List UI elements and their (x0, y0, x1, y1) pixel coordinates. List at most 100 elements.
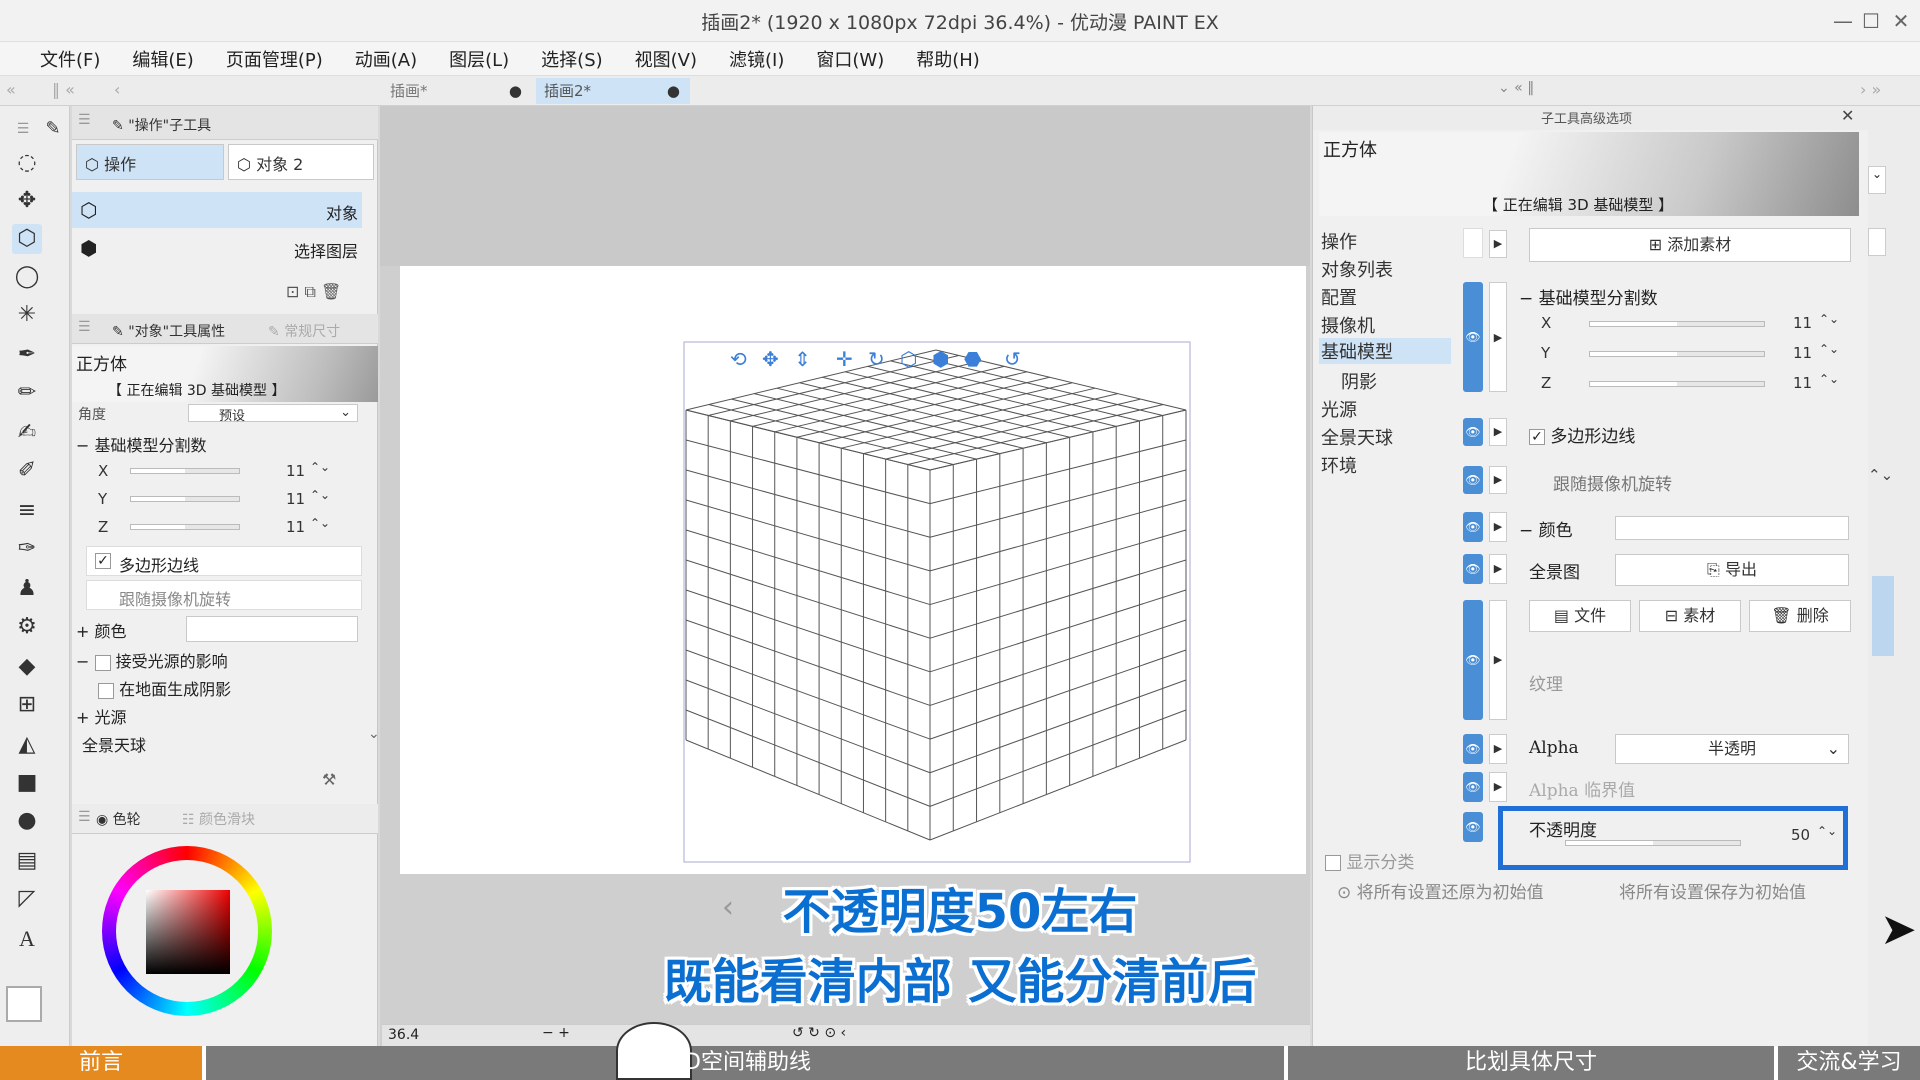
wrench-icon[interactable]: ⚒ (322, 770, 336, 789)
x-slider[interactable] (130, 468, 240, 474)
menu-icon[interactable]: ☰ (78, 319, 91, 335)
lasso-icon[interactable]: ◯ (12, 262, 42, 292)
category-panorama[interactable]: 全景天球 (1321, 424, 1393, 450)
expand-arrow-icon[interactable]: ▶ (1489, 600, 1507, 720)
saturation-square[interactable] (146, 890, 230, 974)
frame-icon[interactable]: ▤ (12, 846, 42, 876)
menu-icon[interactable]: ☰ (8, 114, 38, 144)
ground-shadow-row[interactable]: 在地面生成阴影 (98, 676, 231, 700)
color-field[interactable] (186, 616, 358, 642)
side-field[interactable] (1868, 228, 1886, 256)
maximize-button[interactable]: ☐ (1854, 6, 1888, 36)
y-slider[interactable] (130, 496, 240, 502)
eye-icon[interactable]: 👁 (1463, 554, 1483, 584)
expand-arrow-icon[interactable]: ▶ (1489, 512, 1507, 542)
airbrush-icon[interactable]: ✐ (12, 456, 42, 486)
add-material-button[interactable]: ⊞ 添加素材 (1529, 228, 1851, 262)
menu-animation[interactable]: 动画(A) (339, 46, 433, 72)
fill-icon[interactable]: ◭ (12, 730, 42, 760)
eye-icon[interactable]: 👁 (1463, 282, 1483, 392)
z-value[interactable]: 11 (286, 518, 305, 536)
y-value[interactable]: 11 (286, 490, 305, 508)
eye-icon[interactable]: 👁 (1463, 600, 1483, 720)
z-slider[interactable] (1589, 381, 1765, 387)
size-tab[interactable]: ✎ 常规尺寸 (268, 321, 340, 341)
zoom-icon[interactable]: ◌ (12, 148, 42, 178)
category-object-list[interactable]: 对象列表 (1321, 256, 1393, 282)
eye-icon[interactable]: 👁 (1463, 772, 1483, 802)
x-value[interactable]: 11 (286, 462, 305, 480)
spinner-icon[interactable]: ⌃⌄ (1819, 342, 1839, 356)
eye-icon[interactable]: 👁 (1463, 418, 1483, 446)
angle-select[interactable]: 预设 ⌄ (188, 404, 358, 424)
pencil-icon[interactable]: ✏ (12, 378, 42, 408)
eye-icon[interactable]: 👁 (1463, 466, 1483, 494)
tab-illustration1[interactable]: 插画* ● (382, 78, 532, 104)
spinner-icon[interactable]: ⌃⌄ (310, 516, 330, 530)
subtool-item-select-layer[interactable]: ⬢ 选择图层 (72, 230, 362, 266)
category-base-model[interactable]: 基础模型 (1319, 338, 1451, 364)
menu-filter[interactable]: 滤镜(I) (713, 46, 800, 72)
category-camera[interactable]: 摄像机 (1321, 312, 1375, 338)
decoration-icon[interactable]: ≡ (12, 496, 42, 526)
alpha-select[interactable]: 半透明 ⌄ (1615, 734, 1849, 764)
tool-property-tab[interactable]: ✎ "对象"工具属性 (112, 321, 225, 341)
subtool-item-object[interactable]: ⬡ 对象 (72, 192, 362, 228)
polygon-edge-checkbox[interactable]: ✓ (95, 553, 111, 569)
color-slider-tab[interactable]: ☷ 颜色滑块 (182, 809, 255, 829)
pen-icon[interactable]: ✒ (12, 340, 42, 370)
adv-polygon-edge-row[interactable]: ✓ 多边形边线 (1529, 422, 1635, 447)
blob-icon[interactable]: ● (12, 806, 42, 836)
material-button[interactable]: ⊟ 素材 (1639, 600, 1741, 632)
menu-layer[interactable]: 图层(L) (433, 46, 525, 72)
chevron-left-icon[interactable]: ‹ (114, 80, 120, 99)
show-category-checkbox[interactable] (1325, 855, 1341, 871)
follow-camera-row[interactable]: 跟随摄像机旋转 (86, 580, 362, 610)
polygon-edge-row[interactable]: ✓ 多边形边线 (86, 546, 362, 576)
menu-help[interactable]: 帮助(H) (900, 46, 996, 72)
delete-button[interactable]: 🗑 删除 (1749, 600, 1851, 632)
zoom-value[interactable]: 36.4 (388, 1027, 419, 1043)
division-group[interactable]: − 基础模型分割数 (1519, 284, 1658, 309)
zoom-controls[interactable]: − + (542, 1025, 570, 1041)
ruler-icon[interactable]: ◸ (12, 884, 42, 914)
trash-icon[interactable]: 🗑 (321, 282, 341, 301)
eye-icon[interactable]: 👁 (1463, 812, 1483, 842)
eye-icon[interactable]: 👁 (1463, 734, 1483, 764)
import-icon[interactable]: ⊡ (286, 282, 299, 301)
operate-button[interactable]: ⬡ 操作 (76, 144, 224, 180)
side-scroll-thumb[interactable] (1872, 576, 1894, 656)
brush-tool-icon[interactable]: ✍ (12, 418, 42, 448)
chapter-measure-size[interactable]: 比划具体尺寸 (1288, 1046, 1774, 1080)
expand-arrow-icon[interactable]: ▶ (1489, 282, 1507, 392)
panorama-row[interactable]: 全景天球 (82, 732, 146, 756)
spinner-icon[interactable]: ⌃⌄ (1819, 372, 1839, 386)
tab-illustration2[interactable]: 插画2* ● (536, 78, 690, 104)
gear-icon[interactable]: ⚙ (12, 612, 42, 642)
show-category-row[interactable]: 显示分类 (1325, 848, 1414, 873)
save-all-button[interactable]: 将所有设置保存为初始值 (1619, 878, 1806, 903)
collapse-left-icon[interactable]: « (6, 80, 16, 99)
light-source-row[interactable]: + 光源 (76, 704, 127, 728)
expand-arrow-icon[interactable]: ▶ (1489, 772, 1507, 802)
object-group-button[interactable]: ⬡ 对象 2 (228, 144, 374, 180)
polygon-edge-checkbox[interactable]: ✓ (1529, 429, 1545, 445)
spinner-icon[interactable]: ⌃⌄ (310, 488, 330, 502)
follow-camera-label[interactable]: 跟随摄像机旋转 (1553, 470, 1672, 495)
menu-edit[interactable]: 编辑(E) (116, 46, 209, 72)
subtool-tab[interactable]: ✎ "操作"子工具 (112, 115, 211, 135)
brush-icon[interactable]: ✎ (38, 114, 68, 144)
category-environment[interactable]: 环境 (1321, 452, 1357, 478)
export-button[interactable]: ⎘ 导出 (1615, 554, 1849, 586)
light-affect-checkbox[interactable] (94, 654, 111, 671)
menu-window[interactable]: 窗口(W) (800, 46, 900, 72)
grid-tool-icon[interactable]: ⊞ (12, 690, 42, 720)
category-operate[interactable]: 操作 (1321, 228, 1357, 254)
expand-arrow-icon[interactable]: ▶ (1489, 554, 1507, 584)
expand-arrow-icon[interactable]: ▶ (1489, 466, 1507, 494)
chapter-3d-guide[interactable]: 3D空间辅助线 (670, 1046, 1010, 1080)
eraser-icon[interactable]: ◆ (12, 652, 42, 682)
close-button[interactable]: ✕ (1884, 6, 1918, 36)
eye-icon[interactable]: 👁 (1463, 512, 1483, 542)
gradient-icon[interactable]: ■ (12, 768, 42, 798)
